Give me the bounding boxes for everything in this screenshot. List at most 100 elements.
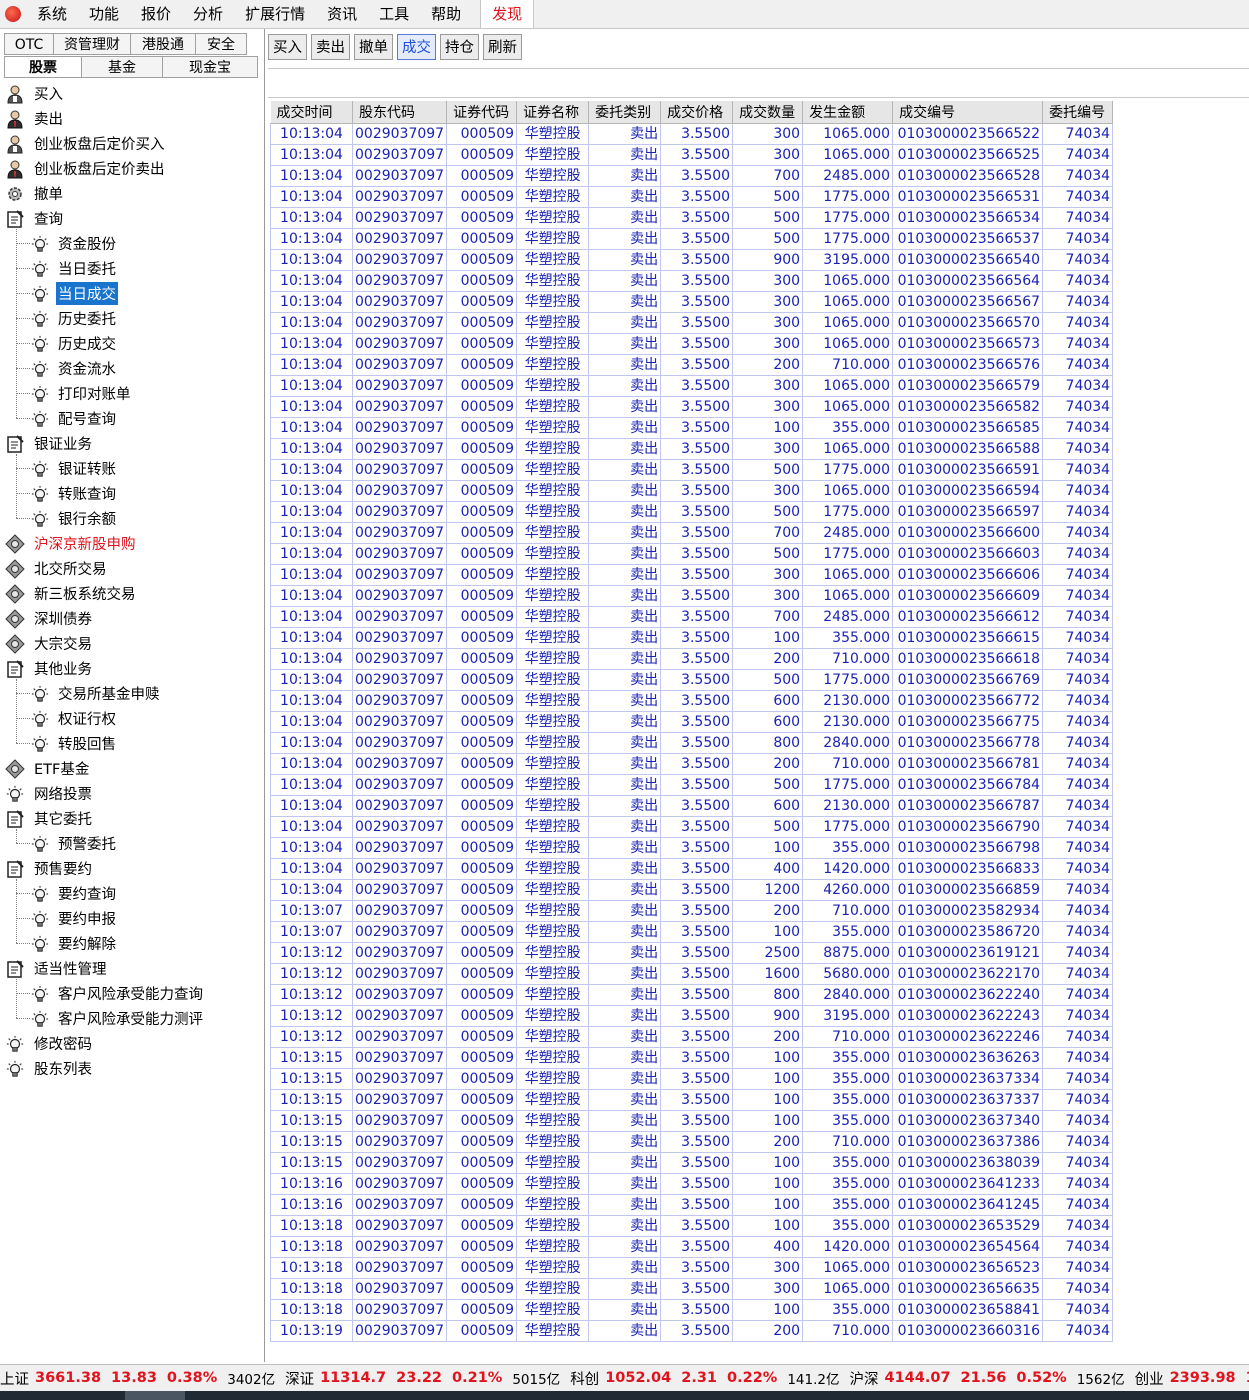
tree-item-33[interactable]: 要约申报: [30, 906, 118, 931]
tree-item-26[interactable]: 转股回售: [30, 731, 118, 756]
table-row[interactable]: 10:13:04 0029037097 000509 华塑控股 卖出 3.5500 900 3…: [270, 249, 1114, 271]
table-row[interactable]: 10:13:15 0029037097 000509 华塑控股 卖出 3.5500 100 3…: [270, 1089, 1114, 1111]
menu-item-quote[interactable]: 报价: [130, 0, 182, 28]
menu-item-help[interactable]: 帮助: [420, 0, 472, 28]
menu-item-news[interactable]: 资讯: [316, 0, 368, 28]
tree-item-1[interactable]: 卖出: [4, 106, 65, 131]
col-header-amount[interactable]: 发生金额: [802, 101, 894, 124]
table-row[interactable]: 10:13:04 0029037097 000509 华塑控股 卖出 3.5500 300 1…: [270, 123, 1114, 145]
table-row[interactable]: 10:13:12 0029037097 000509 华塑控股 卖出 3.5500 900 3…: [270, 1005, 1114, 1027]
table-row[interactable]: 10:13:04 0029037097 000509 华塑控股 卖出 3.5500 300 1…: [270, 480, 1114, 502]
tree-item-18[interactable]: 沪深京新股申购: [4, 531, 138, 556]
table-row[interactable]: 10:13:04 0029037097 000509 华塑控股 卖出 3.5500 500 1…: [270, 459, 1114, 481]
table-row[interactable]: 10:13:15 0029037097 000509 华塑控股 卖出 3.5500 100 3…: [270, 1047, 1114, 1069]
tree-item-31[interactable]: 预售要约: [4, 856, 94, 881]
tree-item-4[interactable]: 撤单: [4, 181, 65, 206]
col-header-deal-number[interactable]: 成交编号: [892, 101, 1044, 124]
table-row[interactable]: 10:13:15 0029037097 000509 华塑控股 卖出 3.5500 200 7…: [270, 1131, 1114, 1153]
positions-button[interactable]: 持仓: [440, 34, 479, 60]
table-row[interactable]: 10:13:04 0029037097 000509 华塑控股 卖出 3.5500 300 1…: [270, 270, 1114, 292]
table-row[interactable]: 10:13:04 0029037097 000509 华塑控股 卖出 3.5500 200 7…: [270, 753, 1114, 775]
tab-otc[interactable]: OTC: [4, 33, 54, 55]
table-row[interactable]: 10:13:04 0029037097 000509 华塑控股 卖出 3.5500 500 1…: [270, 543, 1114, 565]
table-row[interactable]: 10:13:12 0029037097 000509 华塑控股 卖出 3.5500 1600…: [270, 963, 1114, 985]
table-row[interactable]: 10:13:04 0029037097 000509 华塑控股 卖出 3.5500 500 1…: [270, 816, 1114, 838]
sell-button[interactable]: 卖出: [311, 34, 350, 60]
table-row[interactable]: 10:13:04 0029037097 000509 华塑控股 卖出 3.5500 100 3…: [270, 417, 1114, 439]
table-row[interactable]: 10:13:04 0029037097 000509 华塑控股 卖出 3.5500 100 3…: [270, 837, 1114, 859]
tree-item-2[interactable]: 创业板盘后定价买入: [4, 131, 167, 156]
tree-item-9[interactable]: 历史委托: [30, 306, 118, 331]
col-header-order-type[interactable]: 委托类别: [588, 101, 662, 124]
tree-item-38[interactable]: 修改密码: [4, 1031, 94, 1056]
tab-wealth-management[interactable]: 资管理财: [53, 33, 131, 55]
table-row[interactable]: 10:13:07 0029037097 000509 华塑控股 卖出 3.5500 200 7…: [270, 900, 1114, 922]
table-row[interactable]: 10:13:04 0029037097 000509 华塑控股 卖出 3.5500 700 2…: [270, 606, 1114, 628]
table-row[interactable]: 10:13:12 0029037097 000509 华塑控股 卖出 3.5500 200 7…: [270, 1026, 1114, 1048]
menu-item-extended-market[interactable]: 扩展行情: [234, 0, 316, 28]
tab-hk-connect[interactable]: 港股通: [130, 33, 196, 55]
table-row[interactable]: 10:13:07 0029037097 000509 华塑控股 卖出 3.5500 100 3…: [270, 921, 1114, 943]
table-row[interactable]: 10:13:18 0029037097 000509 华塑控股 卖出 3.5500 300 1…: [270, 1278, 1114, 1300]
table-row[interactable]: 10:13:15 0029037097 000509 华塑控股 卖出 3.5500 100 3…: [270, 1110, 1114, 1132]
menu-item-system[interactable]: 系统: [26, 0, 78, 28]
tree-item-15[interactable]: 银证转账: [30, 456, 118, 481]
table-row[interactable]: 10:13:04 0029037097 000509 华塑控股 卖出 3.5500 400 1…: [270, 858, 1114, 880]
table-row[interactable]: 10:13:04 0029037097 000509 华塑控股 卖出 3.5500 300 1…: [270, 333, 1114, 355]
tree-item-34[interactable]: 要约解除: [30, 931, 118, 956]
col-header-holder-code[interactable]: 股东代码: [352, 101, 448, 124]
table-row[interactable]: 10:13:04 0029037097 000509 华塑控股 卖出 3.5500 500 1…: [270, 501, 1114, 523]
menu-item-function[interactable]: 功能: [78, 0, 130, 28]
tree-item-14[interactable]: 银证业务: [4, 431, 94, 456]
buy-button[interactable]: 买入: [268, 34, 307, 60]
table-row[interactable]: 10:13:04 0029037097 000509 华塑控股 卖出 3.5500 700 2…: [270, 522, 1114, 544]
tree-item-17[interactable]: 银行余额: [30, 506, 118, 531]
table-row[interactable]: 10:13:18 0029037097 000509 华塑控股 卖出 3.5500 100 3…: [270, 1215, 1114, 1237]
table-row[interactable]: 10:13:04 0029037097 000509 华塑控股 卖出 3.5500 500 1…: [270, 669, 1114, 691]
tree-item-32[interactable]: 要约查询: [30, 881, 118, 906]
table-row[interactable]: 10:13:04 0029037097 000509 华塑控股 卖出 3.5500 100 3…: [270, 627, 1114, 649]
tree-item-36[interactable]: 客户风险承受能力查询: [30, 981, 205, 1006]
menu-item-tools[interactable]: 工具: [368, 0, 420, 28]
table-row[interactable]: 10:13:04 0029037097 000509 华塑控股 卖出 3.5500 300 1…: [270, 312, 1114, 334]
table-row[interactable]: 10:13:18 0029037097 000509 华塑控股 卖出 3.5500 300 1…: [270, 1257, 1114, 1279]
menu-item-analysis[interactable]: 分析: [182, 0, 234, 28]
tab-cash-treasure[interactable]: 现金宝: [162, 56, 258, 78]
refresh-button[interactable]: 刷新: [483, 34, 522, 60]
table-row[interactable]: 10:13:04 0029037097 000509 华塑控股 卖出 3.5500 300 1…: [270, 291, 1114, 313]
tree-item-22[interactable]: 大宗交易: [4, 631, 94, 656]
col-header-deal-price[interactable]: 成交价格: [660, 101, 734, 124]
tree-item-10[interactable]: 历史成交: [30, 331, 118, 356]
menu-item-discover[interactable]: 发现: [480, 0, 535, 28]
tree-item-30[interactable]: 预警委托: [30, 831, 118, 856]
table-row[interactable]: 10:13:15 0029037097 000509 华塑控股 卖出 3.5500 100 3…: [270, 1068, 1114, 1090]
index-segment[interactable]: 沪深 4144.07 21.56 0.52% 1562亿: [849, 1368, 1124, 1389]
col-header-security-code[interactable]: 证券代码: [446, 101, 518, 124]
table-row[interactable]: 10:13:12 0029037097 000509 华塑控股 卖出 3.5500 2500…: [270, 942, 1114, 964]
table-row[interactable]: 10:13:04 0029037097 000509 华塑控股 卖出 3.5500 300 1…: [270, 144, 1114, 166]
tree-item-25[interactable]: 权证行权: [30, 706, 118, 731]
tree-item-24[interactable]: 交易所基金申赎: [30, 681, 162, 706]
index-segment[interactable]: 科创 1052.04 2.31 0.22% 141.2亿: [570, 1368, 839, 1389]
tree-item-20[interactable]: 新三板系统交易: [4, 581, 138, 606]
table-row[interactable]: 10:13:04 0029037097 000509 华塑控股 卖出 3.5500 200 7…: [270, 648, 1114, 670]
table-row[interactable]: 10:13:19 0029037097 000509 华塑控股 卖出 3.5500 200 7…: [270, 1320, 1114, 1342]
table-row[interactable]: 10:13:04 0029037097 000509 华塑控股 卖出 3.5500 500 1…: [270, 228, 1114, 250]
col-header-security-name[interactable]: 证券名称: [516, 101, 590, 124]
tree-item-35[interactable]: 适当性管理: [4, 956, 109, 981]
table-row[interactable]: 10:13:04 0029037097 000509 华塑控股 卖出 3.5500 600 2…: [270, 795, 1114, 817]
table-row[interactable]: 10:13:04 0029037097 000509 华塑控股 卖出 3.5500 1200…: [270, 879, 1114, 901]
table-row[interactable]: 10:13:12 0029037097 000509 华塑控股 卖出 3.5500 800 2…: [270, 984, 1114, 1006]
table-row[interactable]: 10:13:04 0029037097 000509 华塑控股 卖出 3.5500 500 1…: [270, 774, 1114, 796]
cancel-order-button[interactable]: 撤单: [354, 34, 393, 60]
tree-item-0[interactable]: 买入: [4, 81, 65, 106]
col-header-deal-time[interactable]: 成交时间: [270, 101, 353, 124]
tree-item-13[interactable]: 配号查询: [30, 406, 118, 431]
table-row[interactable]: 10:13:04 0029037097 000509 华塑控股 卖出 3.5500 500 1…: [270, 207, 1114, 229]
table-row[interactable]: 10:13:04 0029037097 000509 华塑控股 卖出 3.5500 300 1…: [270, 396, 1114, 418]
col-header-order-number[interactable]: 委托编号: [1042, 101, 1114, 124]
tree-item-11[interactable]: 资金流水: [30, 356, 118, 381]
table-row[interactable]: 10:13:04 0029037097 000509 华塑控股 卖出 3.5500 300 1…: [270, 564, 1114, 586]
tree-item-5[interactable]: 查询: [4, 206, 65, 231]
table-row[interactable]: 10:13:16 0029037097 000509 华塑控股 卖出 3.5500 100 3…: [270, 1194, 1114, 1216]
